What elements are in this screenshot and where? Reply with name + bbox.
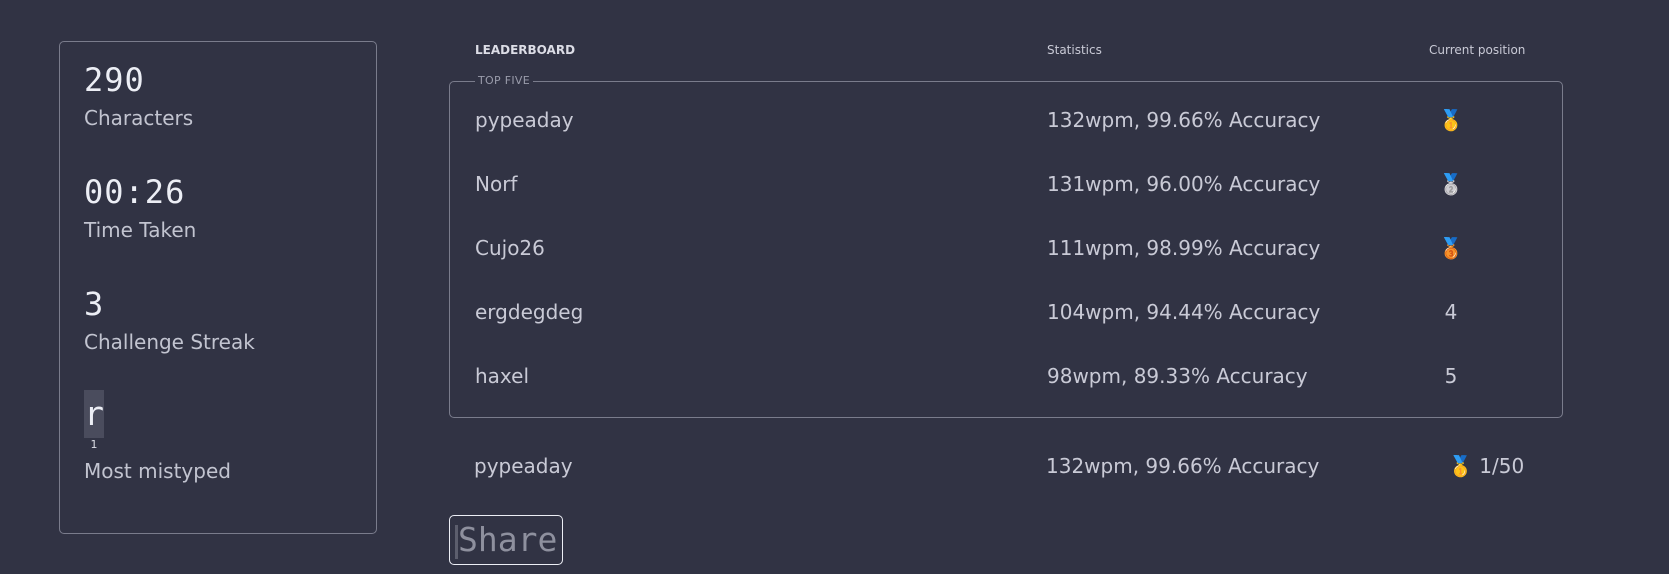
characters-label: Characters <box>84 106 194 130</box>
current-user-position: 🥇 1/50 <box>1448 454 1524 478</box>
leaderboard-row: Norf 131wpm, 96.00% Accuracy 🥈 <box>450 172 1562 202</box>
player-position: 4 <box>1444 300 1458 324</box>
mistyped-label: Most mistyped <box>84 459 231 483</box>
stat-most-mistyped: r 1 Most mistyped <box>84 390 231 483</box>
mistyped-count: 1 <box>90 438 98 451</box>
player-stats: 111wpm, 98.99% Accuracy <box>1047 236 1321 260</box>
current-position-heading: Current position <box>1429 43 1526 57</box>
player-stats: 132wpm, 99.66% Accuracy <box>1047 108 1321 132</box>
stat-time-taken: 00:26 Time Taken <box>84 176 196 242</box>
current-user-stats: 132wpm, 99.66% Accuracy <box>1046 454 1320 478</box>
leaderboard-row: haxel 98wpm, 89.33% Accuracy 5 <box>450 364 1562 394</box>
stat-characters: 290 Characters <box>84 64 193 130</box>
bronze-medal-icon: 🥉 <box>1438 236 1464 260</box>
top-five-box: TOP FIVE pypeaday 132wpm, 99.66% Accurac… <box>449 74 1563 418</box>
streak-label: Challenge Streak <box>84 330 255 354</box>
silver-medal-icon: 🥈 <box>1438 172 1464 196</box>
player-stats: 104wpm, 94.44% Accuracy <box>1047 300 1321 324</box>
share-label: Share <box>458 520 558 559</box>
leaderboard-row: Cujo26 111wpm, 98.99% Accuracy 🥉 <box>450 236 1562 266</box>
characters-value: 290 <box>84 61 145 99</box>
time-label: Time Taken <box>84 218 197 242</box>
leaderboard-row: pypeaday 132wpm, 99.66% Accuracy 🥇 <box>450 108 1562 138</box>
top-five-legend: TOP FIVE <box>475 74 533 87</box>
gold-medal-icon: 🥇 <box>1438 108 1464 132</box>
share-button[interactable]: Share <box>449 515 563 565</box>
player-position: 5 <box>1444 364 1458 388</box>
current-user-name: pypeaday <box>474 454 573 478</box>
player-name: pypeaday <box>475 108 574 132</box>
player-stats: 98wpm, 89.33% Accuracy <box>1047 364 1308 388</box>
mistyped-key: r <box>84 390 104 438</box>
time-value: 00:26 <box>84 173 186 211</box>
player-name: ergdegdeg <box>475 300 584 324</box>
leaderboard-row: ergdegdeg 104wpm, 94.44% Accuracy 4 <box>450 300 1562 330</box>
streak-value: 3 <box>84 285 105 323</box>
statistics-heading: Statistics <box>1047 43 1102 57</box>
player-name: Cujo26 <box>475 236 545 260</box>
stat-challenge-streak: 3 Challenge Streak <box>84 288 255 354</box>
player-name: haxel <box>475 364 530 388</box>
stats-panel: 290 Characters 00:26 Time Taken 3 Challe… <box>59 41 377 534</box>
gold-medal-icon: 🥇 <box>1448 454 1473 478</box>
leaderboard-heading: LEADERBOARD <box>475 43 576 57</box>
current-user-rank: 1/50 <box>1479 454 1525 478</box>
player-stats: 131wpm, 96.00% Accuracy <box>1047 172 1321 196</box>
player-name: Norf <box>475 172 518 196</box>
